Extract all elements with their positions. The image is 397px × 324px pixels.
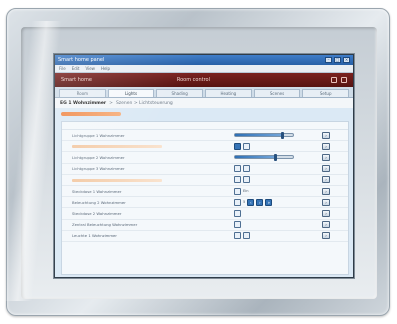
off-button[interactable] <box>243 232 250 240</box>
breadcrumb: EG 1 Wohnzimmer > Szenen > Lichtsteuerun… <box>55 98 353 108</box>
maximize-icon[interactable]: □ <box>334 57 341 63</box>
item-label: Leuchte 1 Wohnzimmer <box>72 233 117 239</box>
item-control <box>234 142 314 150</box>
item-label: Steckdose 1 Wohnzimmer <box>72 188 122 194</box>
step-value: 5 <box>243 200 246 205</box>
tab-bar: Room Lights Shading Heating Scenes Setup <box>55 87 353 98</box>
list-column-header <box>62 122 348 130</box>
menu-help[interactable]: Help <box>101 66 110 71</box>
window-title: Smart home panel <box>58 57 105 63</box>
options-button[interactable]: › <box>322 165 330 173</box>
list-item: Lichtgruppe 3 Wohnzimmer › <box>62 164 348 175</box>
slider-handle[interactable] <box>280 132 284 140</box>
item-control <box>234 209 314 217</box>
list-item: Beleuchtung 2 Wohnzimmer 5 ‹ › » › <box>62 197 348 209</box>
step-up-button[interactable]: › <box>256 198 264 206</box>
settings-icon[interactable] <box>341 77 347 83</box>
off-button[interactable] <box>243 142 250 150</box>
on-button[interactable] <box>234 176 241 184</box>
item-label: Lichtgruppe 1 Wohnzimmer <box>72 132 125 138</box>
header-icons <box>331 77 347 83</box>
breadcrumb-current[interactable]: EG 1 Wohnzimmer <box>60 101 106 106</box>
menu-view[interactable]: View <box>85 66 95 71</box>
device-list-panel: Lichtgruppe 1 Wohnzimmer › › Lichtgruppe… <box>61 121 349 275</box>
item-control <box>234 132 314 140</box>
list-item: Steckdose 1 Wohnzimmer Ein › <box>62 186 348 198</box>
slider-fill <box>235 156 276 159</box>
checkbox[interactable] <box>234 198 241 206</box>
step-max-button[interactable]: » <box>265 198 273 206</box>
item-label: Beleuchtung 2 Wohnzimmer <box>72 199 126 205</box>
state-text: Ein <box>243 189 249 194</box>
options-button[interactable]: › <box>322 176 330 184</box>
close-icon[interactable]: × <box>343 57 350 63</box>
options-button[interactable]: › <box>322 142 330 150</box>
item-control <box>234 176 314 184</box>
options-button[interactable]: › <box>322 232 330 240</box>
item-control <box>234 165 314 173</box>
options-button[interactable]: › <box>322 209 330 217</box>
tab-room[interactable]: Room <box>59 89 106 97</box>
menu-edit[interactable]: Edit <box>72 66 80 71</box>
options-button[interactable]: › <box>322 198 330 206</box>
list-item: Leuchte 1 Wohnzimmer › <box>62 231 348 242</box>
dimmer-slider[interactable] <box>234 132 294 140</box>
list-item: Zentral Beleuchtung Wohnzimmer › <box>62 220 348 231</box>
slider-fill <box>235 134 283 137</box>
tab-heating[interactable]: Heating <box>205 89 252 97</box>
app-section-title: Room control <box>176 77 210 83</box>
toggle-button[interactable] <box>234 221 241 229</box>
item-label: Zentral Beleuchtung Wohnzimmer <box>72 222 138 228</box>
minimize-icon[interactable]: – <box>325 57 332 63</box>
toggle-button[interactable] <box>234 187 241 195</box>
list-item: Steckdose 2 Wohnzimmer › <box>62 208 348 220</box>
item-control <box>234 221 314 229</box>
tab-setup[interactable]: Setup <box>302 89 350 97</box>
on-button[interactable] <box>234 232 241 240</box>
options-button[interactable]: › <box>322 187 330 195</box>
dimmer-slider[interactable] <box>234 154 294 162</box>
breadcrumb-separator: > <box>109 100 113 106</box>
on-button[interactable] <box>234 142 241 150</box>
slider-handle[interactable] <box>273 154 277 162</box>
off-button[interactable] <box>243 165 250 173</box>
window-controls: – □ × <box>325 57 350 63</box>
item-control <box>234 154 314 162</box>
item-label: Steckdose 2 Wohnzimmer <box>72 210 122 216</box>
app-name: Smart home <box>61 77 92 83</box>
toggle-button[interactable] <box>234 209 241 217</box>
touch-screen: Smart home panel – □ × File Edit View He… <box>54 54 354 278</box>
breadcrumb-sub[interactable]: Szenen > Lichtsteuerung <box>116 101 173 106</box>
tab-scenes[interactable]: Scenes <box>253 89 301 97</box>
window-titlebar: Smart home panel – □ × <box>55 55 353 65</box>
step-down-button[interactable]: ‹ <box>247 198 255 206</box>
options-button[interactable]: › <box>322 153 330 161</box>
item-control <box>234 232 314 240</box>
menu-bar: File Edit View Help <box>55 65 353 73</box>
menu-file[interactable]: File <box>59 66 66 71</box>
list-item: › <box>62 141 348 153</box>
list-item: Lichtgruppe 1 Wohnzimmer › <box>62 130 348 142</box>
item-label: Lichtgruppe 2 Wohnzimmer <box>72 154 125 160</box>
options-button[interactable]: › <box>322 131 330 139</box>
off-button[interactable] <box>243 176 250 184</box>
tab-lights[interactable]: Lights <box>107 89 155 97</box>
item-label: Lichtgruppe 3 Wohnzimmer <box>72 166 125 172</box>
section-highlight-bar <box>61 112 121 116</box>
item-control: 5 ‹ › » <box>234 198 314 206</box>
app-header: Smart home Room control <box>55 73 353 87</box>
on-button[interactable] <box>234 165 241 173</box>
list-item: › <box>62 175 348 186</box>
tab-shading[interactable]: Shading <box>156 89 204 97</box>
home-icon[interactable] <box>331 77 337 83</box>
options-button[interactable]: › <box>322 221 330 229</box>
item-control: Ein <box>234 187 314 195</box>
list-item: Lichtgruppe 2 Wohnzimmer › <box>62 152 348 164</box>
